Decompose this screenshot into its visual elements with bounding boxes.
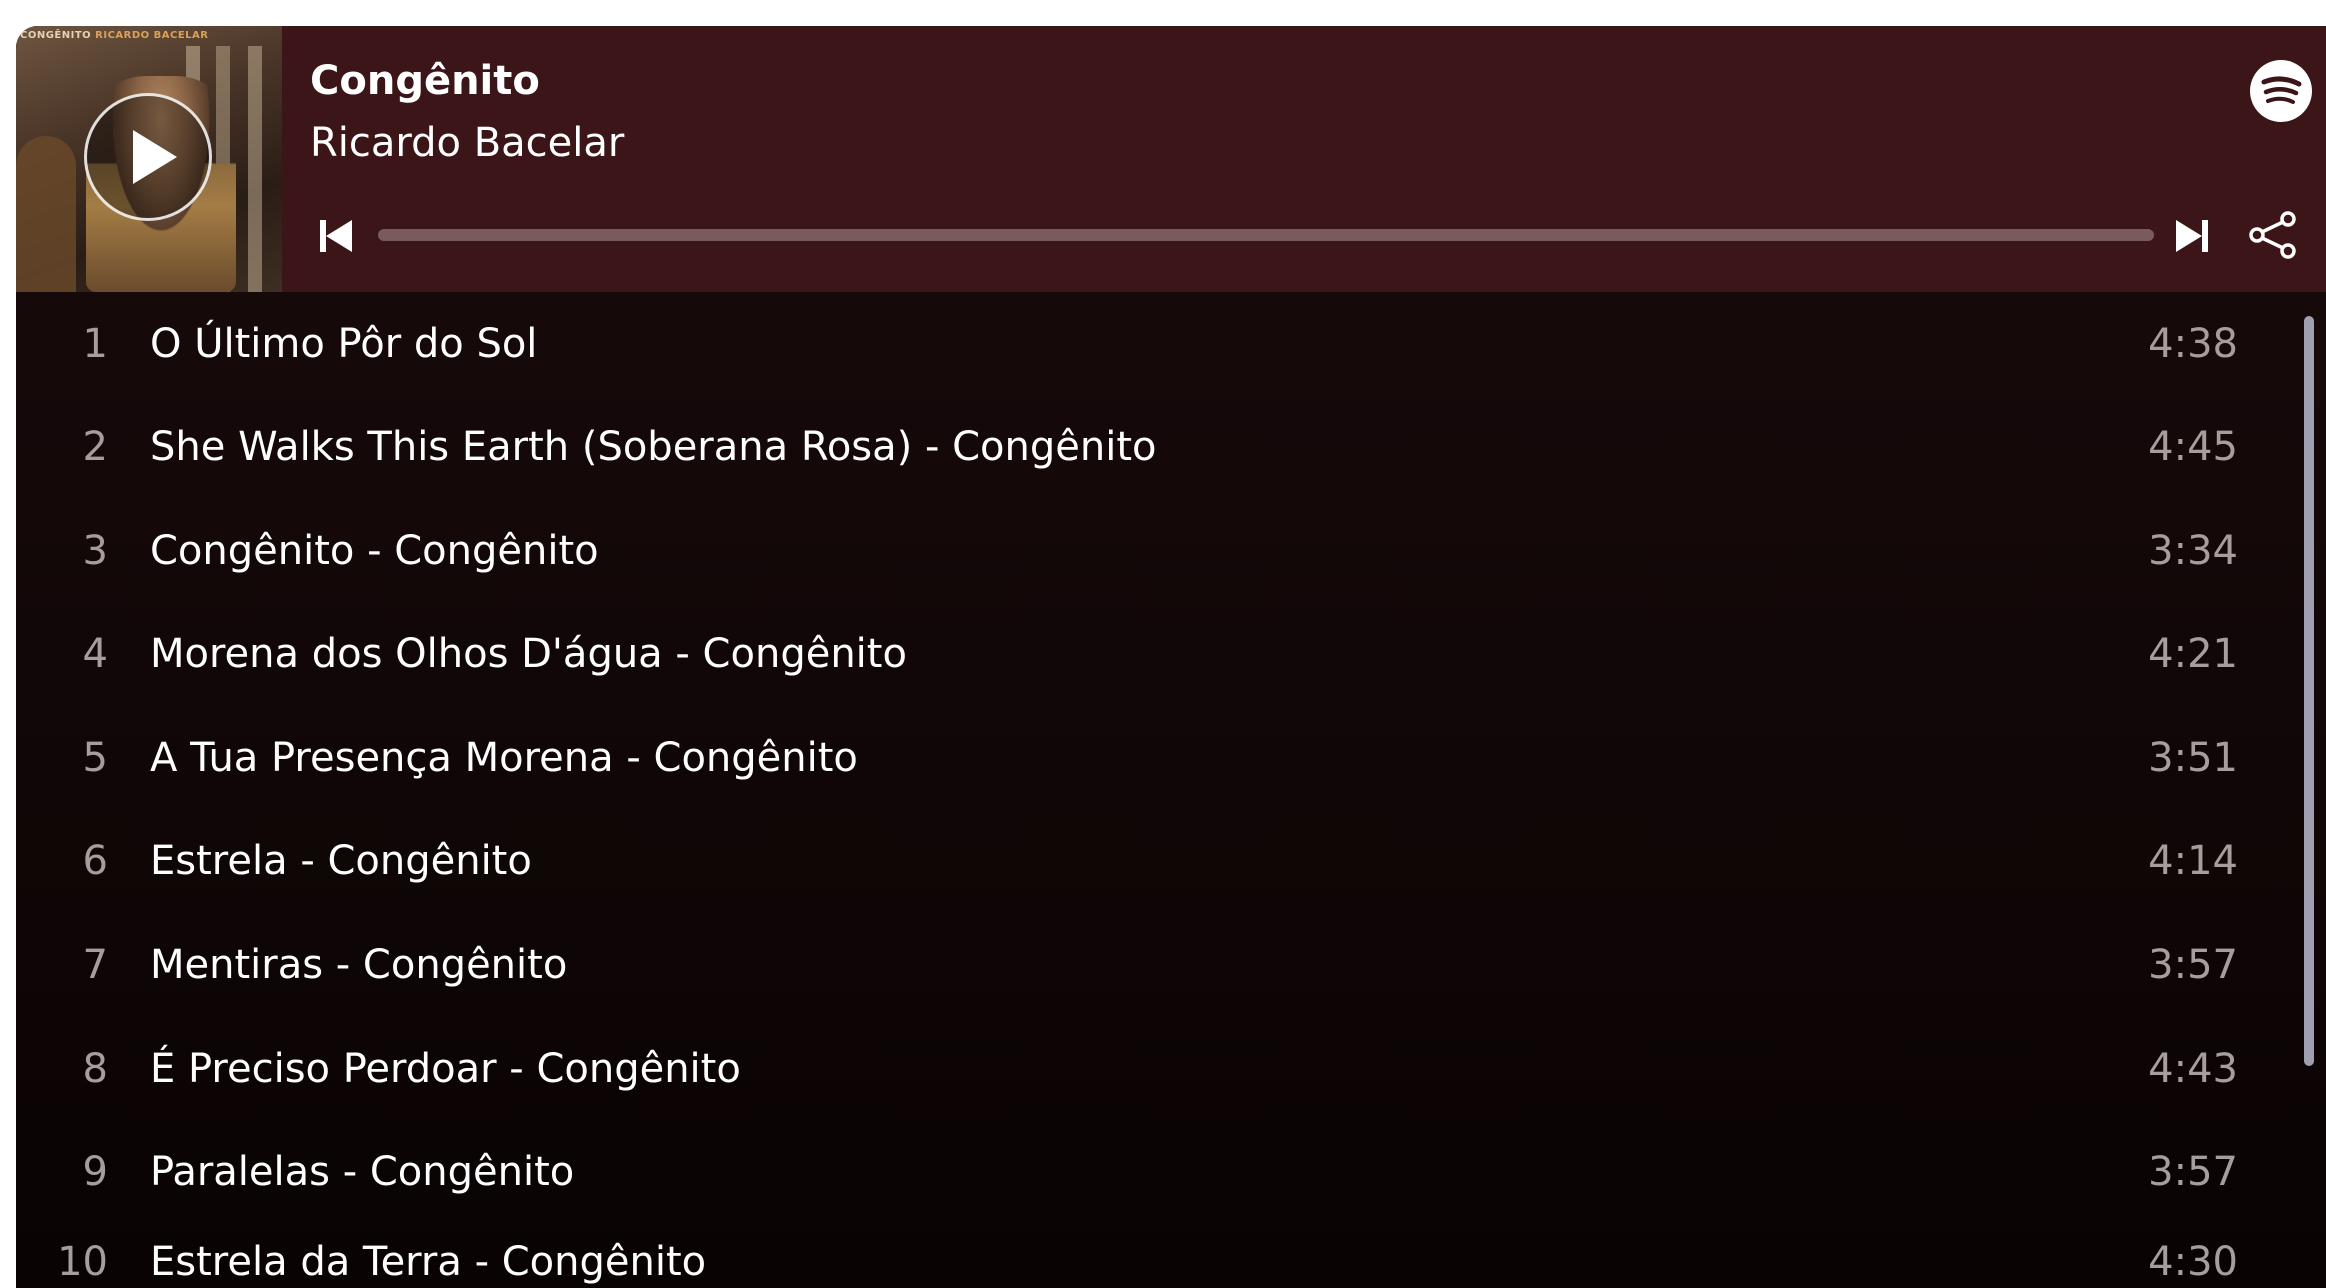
track-number: 5 xyxy=(82,735,108,781)
share-icon[interactable] xyxy=(2244,206,2302,264)
track-number: 2 xyxy=(82,424,108,470)
cover-text-artist: RICARDO BACELAR xyxy=(95,30,209,41)
spotify-logo-icon[interactable] xyxy=(2250,60,2312,122)
track-duration: 3:34 xyxy=(2148,528,2238,574)
track-row[interactable]: 5 A Tua Presença Morena - Congênito 3:51 xyxy=(16,706,2276,810)
album-cover: CONGÊNITO RICARDO BACELAR xyxy=(16,26,282,292)
track-row[interactable]: 9 Paralelas - Congênito 3:57 xyxy=(16,1120,2276,1224)
artist-name[interactable]: Ricardo Bacelar xyxy=(310,120,624,166)
player-header: CONGÊNITO RICARDO BACELAR Congênito Rica… xyxy=(16,26,2326,292)
track-title[interactable]: Paralelas - Congênito xyxy=(150,1120,574,1224)
track-row[interactable]: 2 She Walks This Earth (Soberana Rosa) -… xyxy=(16,395,2276,499)
progress-bar[interactable] xyxy=(378,229,2154,241)
track-title[interactable]: Congênito - Congênito xyxy=(150,499,599,603)
track-duration: 3:57 xyxy=(2148,942,2238,988)
track-duration: 4:43 xyxy=(2148,1046,2238,1092)
play-button[interactable] xyxy=(84,93,212,221)
tracklist-scrollbar[interactable] xyxy=(2304,316,2314,1066)
track-title[interactable]: Estrela - Congênito xyxy=(150,809,532,913)
play-icon xyxy=(133,130,177,184)
track-duration: 4:14 xyxy=(2148,838,2238,884)
skip-previous-icon[interactable] xyxy=(316,214,356,258)
track-number: 1 xyxy=(82,321,108,367)
track-title[interactable]: É Preciso Perdoar - Congênito xyxy=(150,1017,741,1121)
track-title[interactable]: Mentiras - Congênito xyxy=(150,913,567,1017)
track-duration: 3:51 xyxy=(2148,735,2238,781)
track-row[interactable]: 10 Estrela da Terra - Congênito 4:30 xyxy=(16,1210,2276,1288)
skip-next-icon[interactable] xyxy=(2172,214,2212,258)
track-number: 3 xyxy=(82,528,108,574)
track-title[interactable]: A Tua Presença Morena - Congênito xyxy=(150,706,858,810)
cover-text-title: CONGÊNITO xyxy=(20,30,92,41)
album-cover-text: CONGÊNITO RICARDO BACELAR xyxy=(20,30,280,41)
track-title[interactable]: She Walks This Earth (Soberana Rosa) - C… xyxy=(150,395,1157,499)
track-list: 1 O Último Pôr do Sol 4:38 2 She Walks T… xyxy=(16,292,2326,1288)
track-number: 8 xyxy=(82,1046,108,1092)
album-title[interactable]: Congênito xyxy=(310,58,540,104)
track-row[interactable]: 3 Congênito - Congênito 3:34 xyxy=(16,499,2276,603)
track-duration: 4:38 xyxy=(2148,321,2238,367)
track-number: 4 xyxy=(82,631,108,677)
track-duration: 4:45 xyxy=(2148,424,2238,470)
spotify-embed-widget: CONGÊNITO RICARDO BACELAR Congênito Rica… xyxy=(16,26,2326,1288)
track-row[interactable]: 1 O Último Pôr do Sol 4:38 xyxy=(16,292,2276,396)
track-title[interactable]: Estrela da Terra - Congênito xyxy=(150,1210,706,1288)
track-number: 9 xyxy=(82,1149,108,1195)
track-duration: 4:30 xyxy=(2148,1239,2238,1285)
track-duration: 3:57 xyxy=(2148,1149,2238,1195)
track-row[interactable]: 4 Morena dos Olhos D'água - Congênito 4:… xyxy=(16,602,2276,706)
track-duration: 4:21 xyxy=(2148,631,2238,677)
track-title[interactable]: O Último Pôr do Sol xyxy=(150,292,537,396)
track-title[interactable]: Morena dos Olhos D'água - Congênito xyxy=(150,602,907,706)
track-number: 7 xyxy=(82,942,108,988)
track-row[interactable]: 6 Estrela - Congênito 4:14 xyxy=(16,809,2276,913)
track-row[interactable]: 7 Mentiras - Congênito 3:57 xyxy=(16,913,2276,1017)
track-number: 6 xyxy=(82,838,108,884)
track-number: 10 xyxy=(57,1239,108,1285)
track-row[interactable]: 8 É Preciso Perdoar - Congênito 4:43 xyxy=(16,1017,2276,1121)
